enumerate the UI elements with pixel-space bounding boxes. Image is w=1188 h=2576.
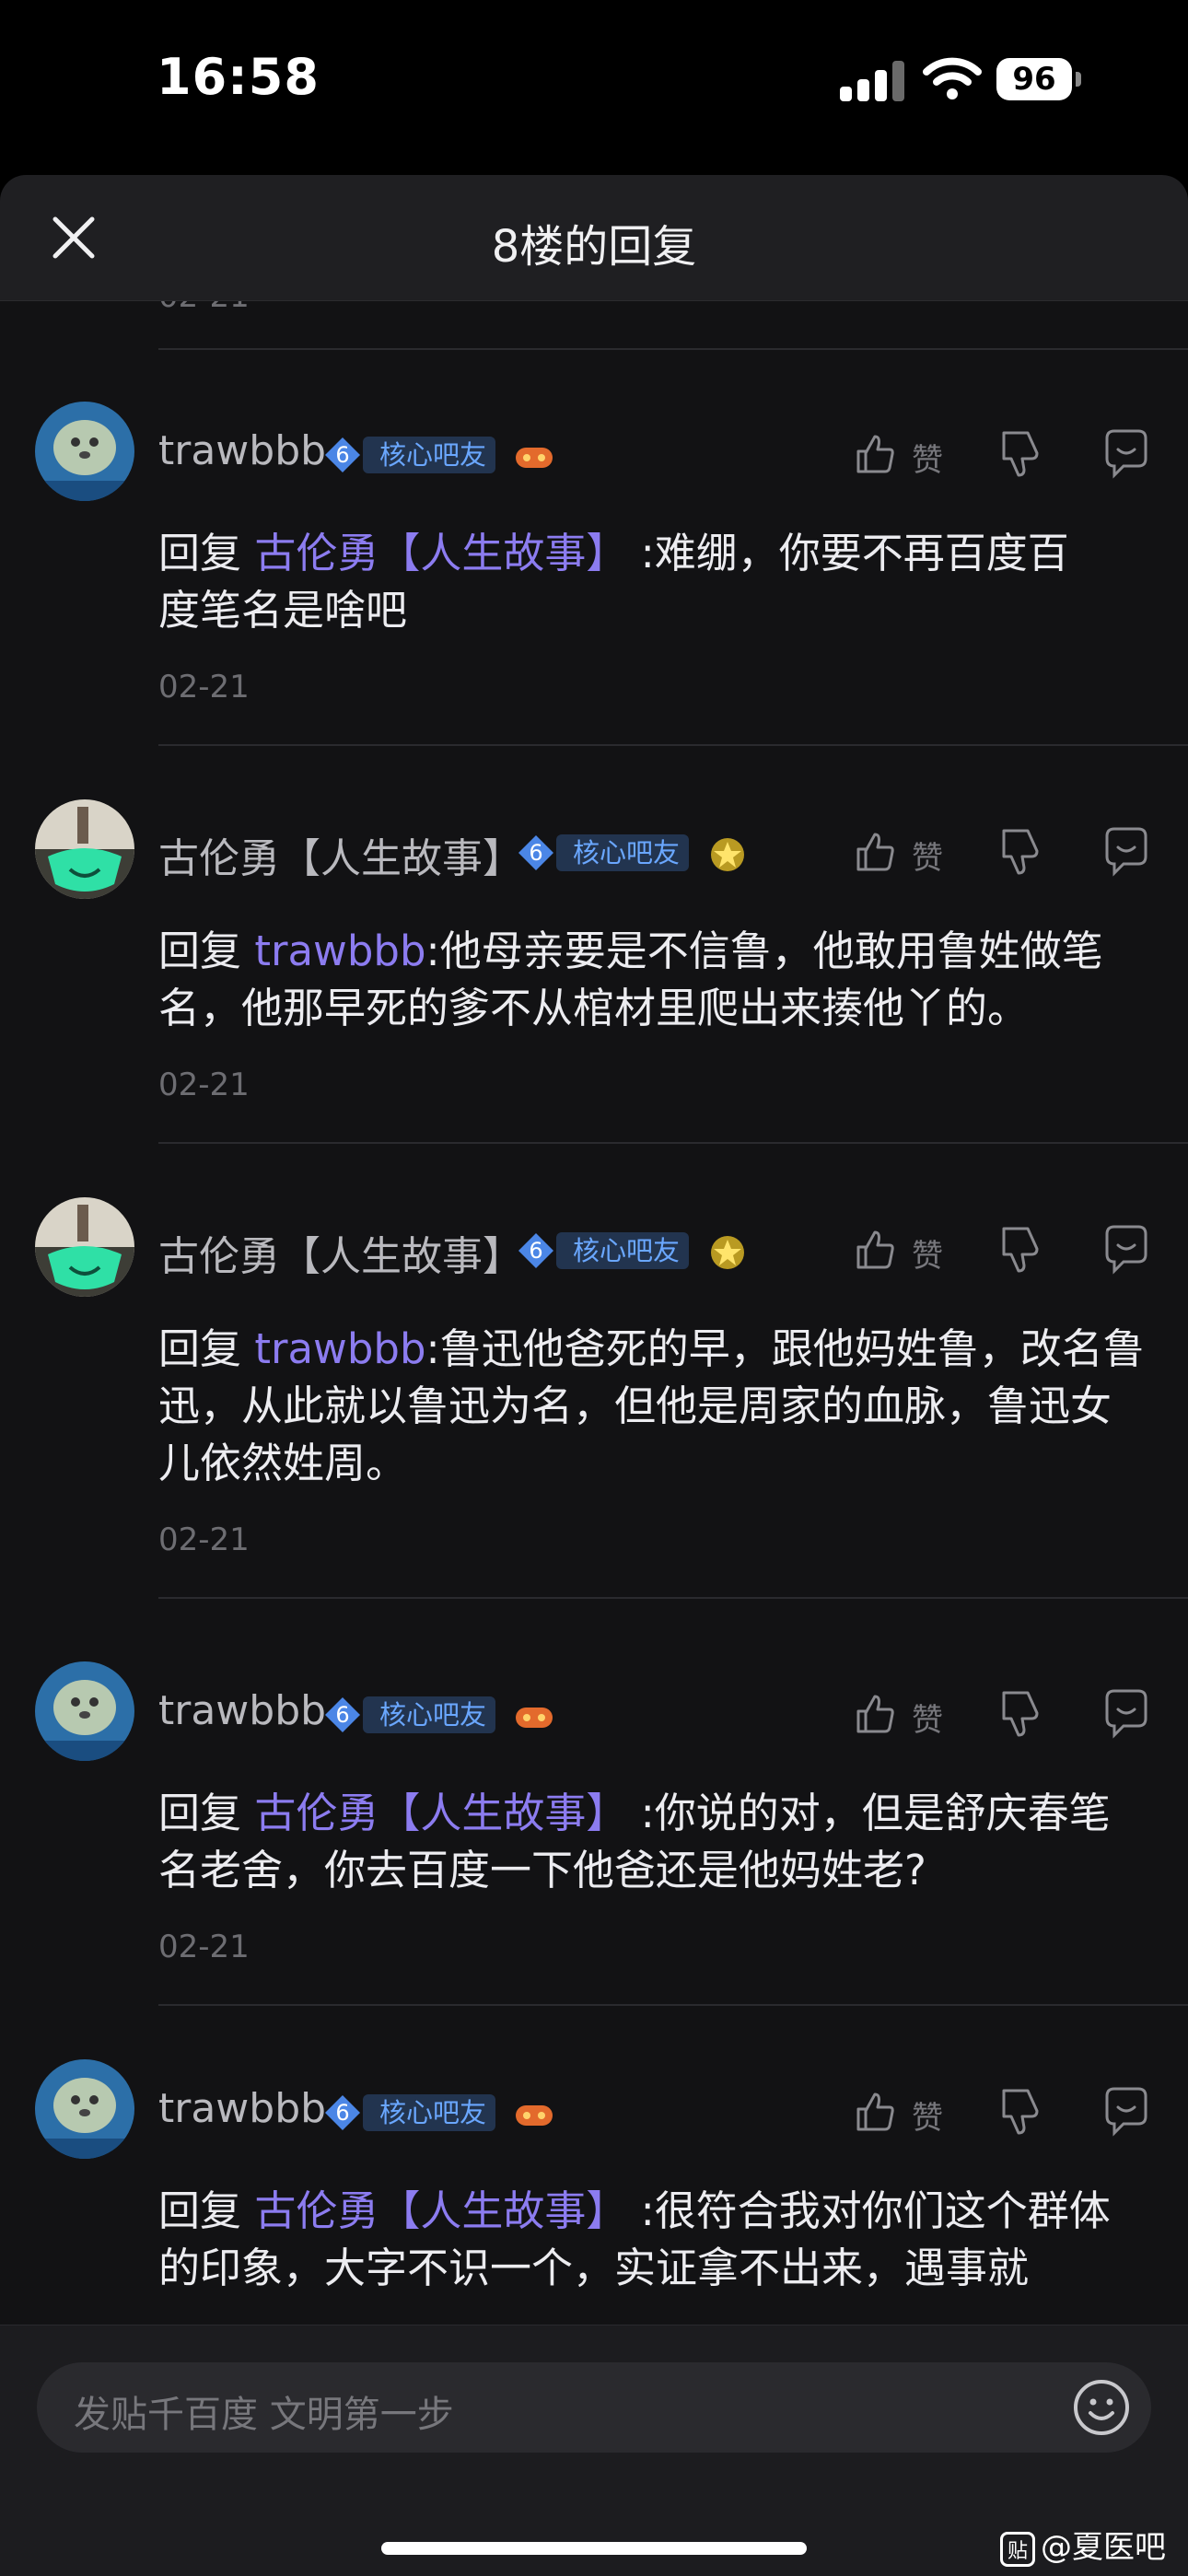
username[interactable]: trawbbb: [158, 1687, 326, 1734]
core-member-badge: 核心吧友: [556, 834, 690, 871]
game-controller-icon: [516, 448, 553, 468]
comment-date: 02-21: [158, 1067, 250, 1103]
divider: [158, 1597, 1188, 1599]
comment-body: 回复 古伦勇【人生故事】 :很符合我对你们这个群体的印象，大字不识一个，实证拿不…: [158, 2183, 1151, 2297]
thumb-down-icon[interactable]: [996, 425, 1044, 481]
mention-link[interactable]: trawbbb: [254, 1324, 425, 1373]
divider: [158, 2004, 1188, 2006]
emoji-icon[interactable]: [1072, 2378, 1131, 2437]
like-button[interactable]: 赞: [853, 1685, 954, 1741]
comment-input[interactable]: 发贴千百度 文明第一步: [37, 2362, 1151, 2453]
like-label: 赞: [912, 442, 943, 479]
comment-body: 回复 trawbbb:他母亲要是不信鲁，他敢用鲁姓做笔名，他那早死的爹不从棺材里…: [158, 923, 1151, 1037]
like-button[interactable]: 赞: [853, 823, 954, 879]
level-number: 6: [335, 442, 350, 468]
status-bar: 16:58 96: [0, 0, 1188, 175]
avatar[interactable]: [35, 2059, 134, 2159]
page-title: 8楼的回复: [491, 221, 697, 273]
game-controller-icon: [516, 2105, 553, 2126]
mention-link[interactable]: 古伦勇【人生故事】: [254, 529, 627, 577]
username[interactable]: trawbbb: [158, 427, 326, 474]
divider: [158, 1142, 1188, 1144]
gold-star-medal-icon: [711, 838, 744, 871]
battery-icon: 96: [996, 58, 1081, 100]
level-number: 6: [529, 1238, 543, 1264]
comment-body: 回复 古伦勇【人生故事】 :难绷，你要不再百度百度笔名是啥吧: [158, 525, 1151, 639]
game-controller-icon: [516, 1708, 553, 1728]
gold-star-medal-icon: [711, 1236, 744, 1269]
battery-level: 96: [996, 58, 1072, 100]
previous-comment-date: 02-21: [158, 300, 250, 315]
reply-prefix: 回复: [158, 1789, 242, 1837]
thumb-up-icon: [856, 1230, 894, 1269]
level-number: 6: [529, 840, 543, 866]
input-placeholder: 发贴千百度 文明第一步: [74, 2394, 454, 2436]
username[interactable]: 古伦勇【人生故事】: [158, 825, 523, 884]
reply-prefix: 回复: [158, 927, 242, 975]
tieba-logo: 贴: [1000, 2531, 1035, 2567]
thumb-up-icon: [856, 833, 894, 871]
like-label: 赞: [912, 2100, 943, 2137]
core-member-badge: 核心吧友: [363, 2094, 496, 2131]
comment-text-cont: 度笔名是啥吧: [158, 586, 408, 635]
like-button[interactable]: 赞: [853, 425, 954, 481]
like-button[interactable]: 赞: [853, 2083, 954, 2139]
thumb-up-icon: [856, 435, 894, 473]
comment-body: 回复 trawbbb:鲁迅他爸死的早，跟他妈姓鲁，改名鲁迅，从此就以鲁迅为名，但…: [158, 1321, 1151, 1492]
mention-link[interactable]: trawbbb: [254, 927, 425, 975]
reply-bubble-icon[interactable]: [1101, 1221, 1151, 1276]
reply-sheet: 8楼的回复 02-21 trawbbb 6 核心吧友 赞 回复: [0, 175, 1188, 2575]
reply-bubble-icon[interactable]: [1101, 2083, 1151, 2139]
sheet-header: 8楼的回复: [0, 175, 1188, 301]
wifi-icon: [923, 57, 982, 99]
like-button[interactable]: 赞: [853, 1221, 954, 1276]
divider: [158, 744, 1188, 746]
watermark-text: @夏医吧: [1041, 2529, 1166, 2566]
cellular-signal-icon: [840, 61, 906, 101]
reply-list[interactable]: 02-21 trawbbb 6 核心吧友 赞 回复 古伦勇【人生故事】 :难绷，…: [0, 300, 1188, 2326]
core-member-badge: 核心吧友: [363, 1696, 496, 1733]
thumb-down-icon[interactable]: [996, 2083, 1044, 2139]
core-member-badge: 核心吧友: [556, 1232, 690, 1269]
comment-body: 回复 古伦勇【人生故事】 :你说的对，但是舒庆春笔名老舍，你去百度一下他爸还是他…: [158, 1785, 1151, 1899]
divider: [158, 348, 1188, 350]
thumb-up-icon: [856, 1695, 894, 1733]
like-label: 赞: [912, 840, 943, 877]
reply-prefix: 回复: [158, 529, 242, 577]
reply-prefix: 回复: [158, 1324, 242, 1373]
status-time: 16:58: [157, 48, 320, 106]
reply-bubble-icon[interactable]: [1101, 823, 1151, 879]
username[interactable]: 古伦勇【人生故事】: [158, 1223, 523, 1282]
like-label: 赞: [912, 1238, 943, 1275]
thumb-down-icon[interactable]: [996, 823, 1044, 879]
thumb-down-icon[interactable]: [996, 1221, 1044, 1276]
comment-date: 02-21: [158, 1521, 250, 1558]
core-member-badge: 核心吧友: [363, 437, 496, 473]
comment-text: :难绷，你要不再百度百: [627, 529, 1069, 577]
home-indicator: [381, 2542, 807, 2555]
reply-bubble-icon[interactable]: [1101, 425, 1151, 481]
reply-prefix: 回复: [158, 2186, 242, 2235]
level-number: 6: [335, 2100, 350, 2126]
mention-link[interactable]: 古伦勇【人生故事】: [254, 2186, 627, 2235]
thumb-down-icon[interactable]: [996, 1685, 1044, 1741]
like-label: 赞: [912, 1702, 943, 1739]
thumb-up-icon: [856, 2092, 894, 2131]
avatar[interactable]: [35, 799, 134, 899]
avatar[interactable]: [35, 1197, 134, 1297]
username[interactable]: trawbbb: [158, 2085, 326, 2132]
level-number: 6: [335, 1702, 350, 1728]
mention-link[interactable]: 古伦勇【人生故事】: [254, 1789, 627, 1837]
reply-bubble-icon[interactable]: [1101, 1685, 1151, 1741]
watermark: 贴 @夏医吧: [1000, 2522, 1166, 2567]
avatar[interactable]: [35, 402, 134, 501]
comment-date: 02-21: [158, 1929, 250, 1965]
comment-date: 02-21: [158, 669, 250, 705]
avatar[interactable]: [35, 1661, 134, 1761]
